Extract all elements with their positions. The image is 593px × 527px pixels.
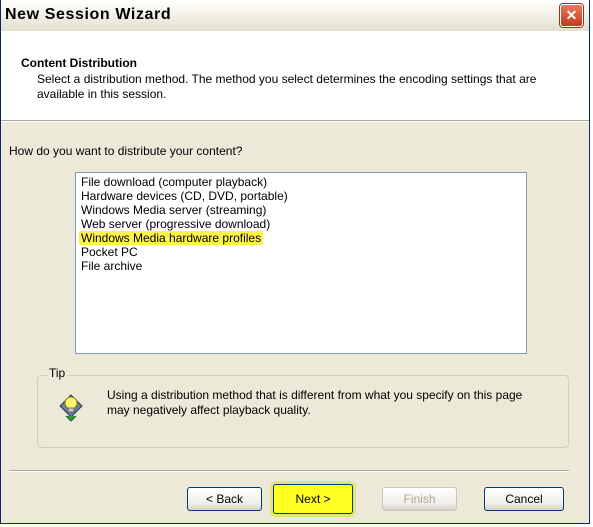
footer-divider	[9, 470, 569, 472]
list-item-label: File download (computer playback)	[81, 175, 268, 189]
tip-text: Using a distribution method that is diff…	[107, 388, 523, 417]
finish-button[interactable]: Finish	[382, 487, 457, 511]
distribution-listbox[interactable]: File download (computer playback) Hardwa…	[75, 172, 527, 354]
lightbulb-icon	[57, 392, 85, 422]
wizard-window: New Session Wizard ✕ Content Distributio…	[0, 0, 590, 524]
title-bar: New Session Wizard ✕	[1, 0, 589, 32]
list-item[interactable]: Pocket PC	[79, 245, 526, 259]
page-description: Select a distribution method. The method…	[37, 72, 537, 101]
next-button[interactable]: Next >	[273, 484, 353, 514]
header-divider	[1, 121, 589, 122]
list-item-selected[interactable]: Windows Media hardware profiles	[79, 231, 526, 245]
cancel-button[interactable]: Cancel	[484, 487, 564, 511]
back-button[interactable]: < Back	[187, 487, 262, 511]
list-item[interactable]: File archive	[79, 259, 526, 273]
page-title: Content Distribution	[21, 56, 137, 70]
close-icon: ✕	[565, 7, 578, 23]
list-item[interactable]: Hardware devices (CD, DVD, portable)	[79, 189, 526, 203]
tip-legend: Tip	[47, 366, 68, 380]
list-item-label: Windows Media hardware profiles	[79, 231, 264, 245]
window-title: New Session Wizard	[5, 6, 172, 23]
list-item[interactable]: File download (computer playback)	[79, 175, 526, 189]
list-item-label: Windows Media server (streaming)	[81, 203, 267, 217]
list-item[interactable]: Windows Media server (streaming)	[79, 203, 526, 217]
list-item[interactable]: Web server (progressive download)	[79, 217, 526, 231]
list-item-label: File archive	[81, 259, 143, 273]
distribution-question: How do you want to distribute your conte…	[9, 144, 243, 158]
list-item-label: Pocket PC	[81, 245, 138, 259]
close-button[interactable]: ✕	[560, 4, 583, 27]
list-item-label: Hardware devices (CD, DVD, portable)	[81, 189, 288, 203]
list-item-label: Web server (progressive download)	[81, 217, 271, 231]
